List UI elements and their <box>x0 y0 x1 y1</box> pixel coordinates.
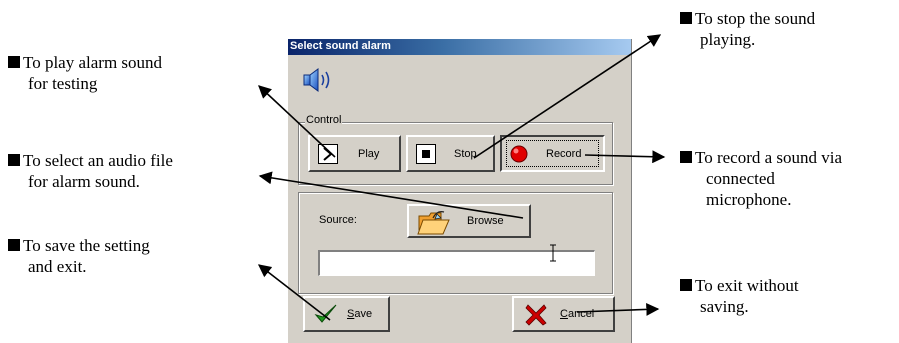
arrow-browse <box>258 171 524 219</box>
arrow-play <box>258 85 336 158</box>
arrow-cancel <box>576 302 660 316</box>
arrow-save <box>257 264 331 321</box>
arrow-record <box>584 150 666 164</box>
callout-arrows <box>257 34 666 321</box>
arrow-stop <box>473 34 662 159</box>
